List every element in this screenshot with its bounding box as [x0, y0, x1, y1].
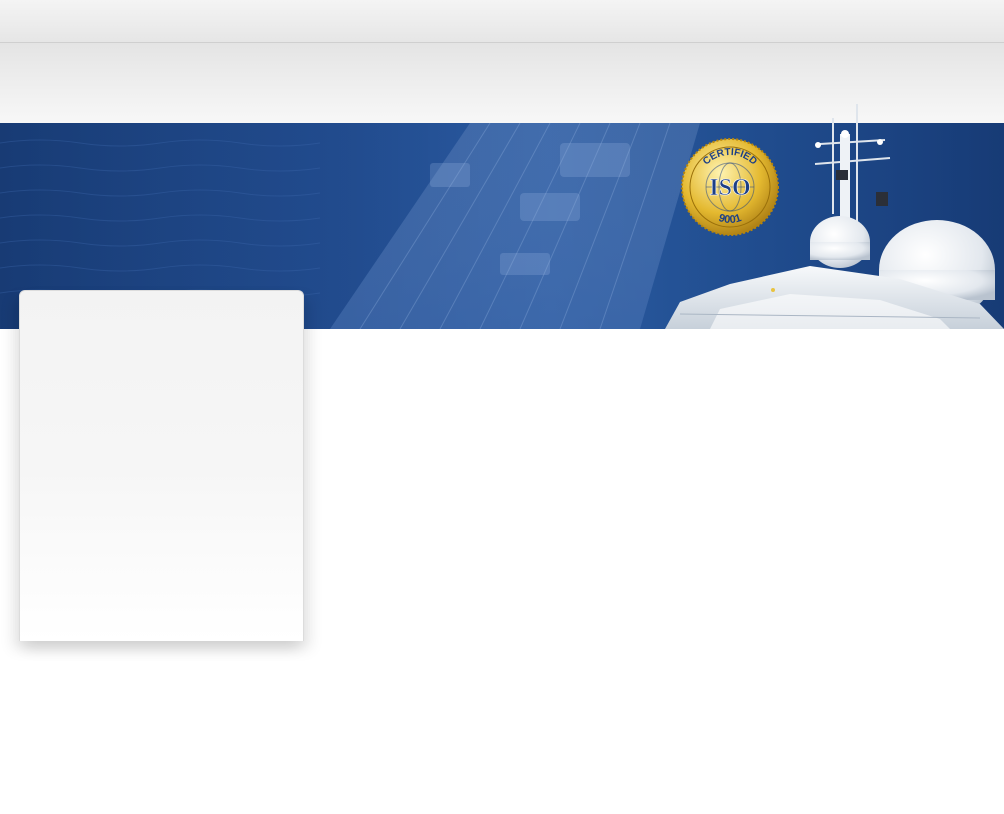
sidebar-panel	[19, 290, 304, 641]
main-content-area	[320, 340, 990, 780]
iso-certified-seal: CERTIFIED ISO 9001	[680, 137, 780, 237]
page: CERTIFIED ISO 9001	[0, 0, 1004, 814]
seal-center-text: ISO	[709, 175, 750, 201]
iso-seal-icon: CERTIFIED ISO 9001	[681, 138, 779, 236]
top-bar	[0, 0, 1004, 43]
